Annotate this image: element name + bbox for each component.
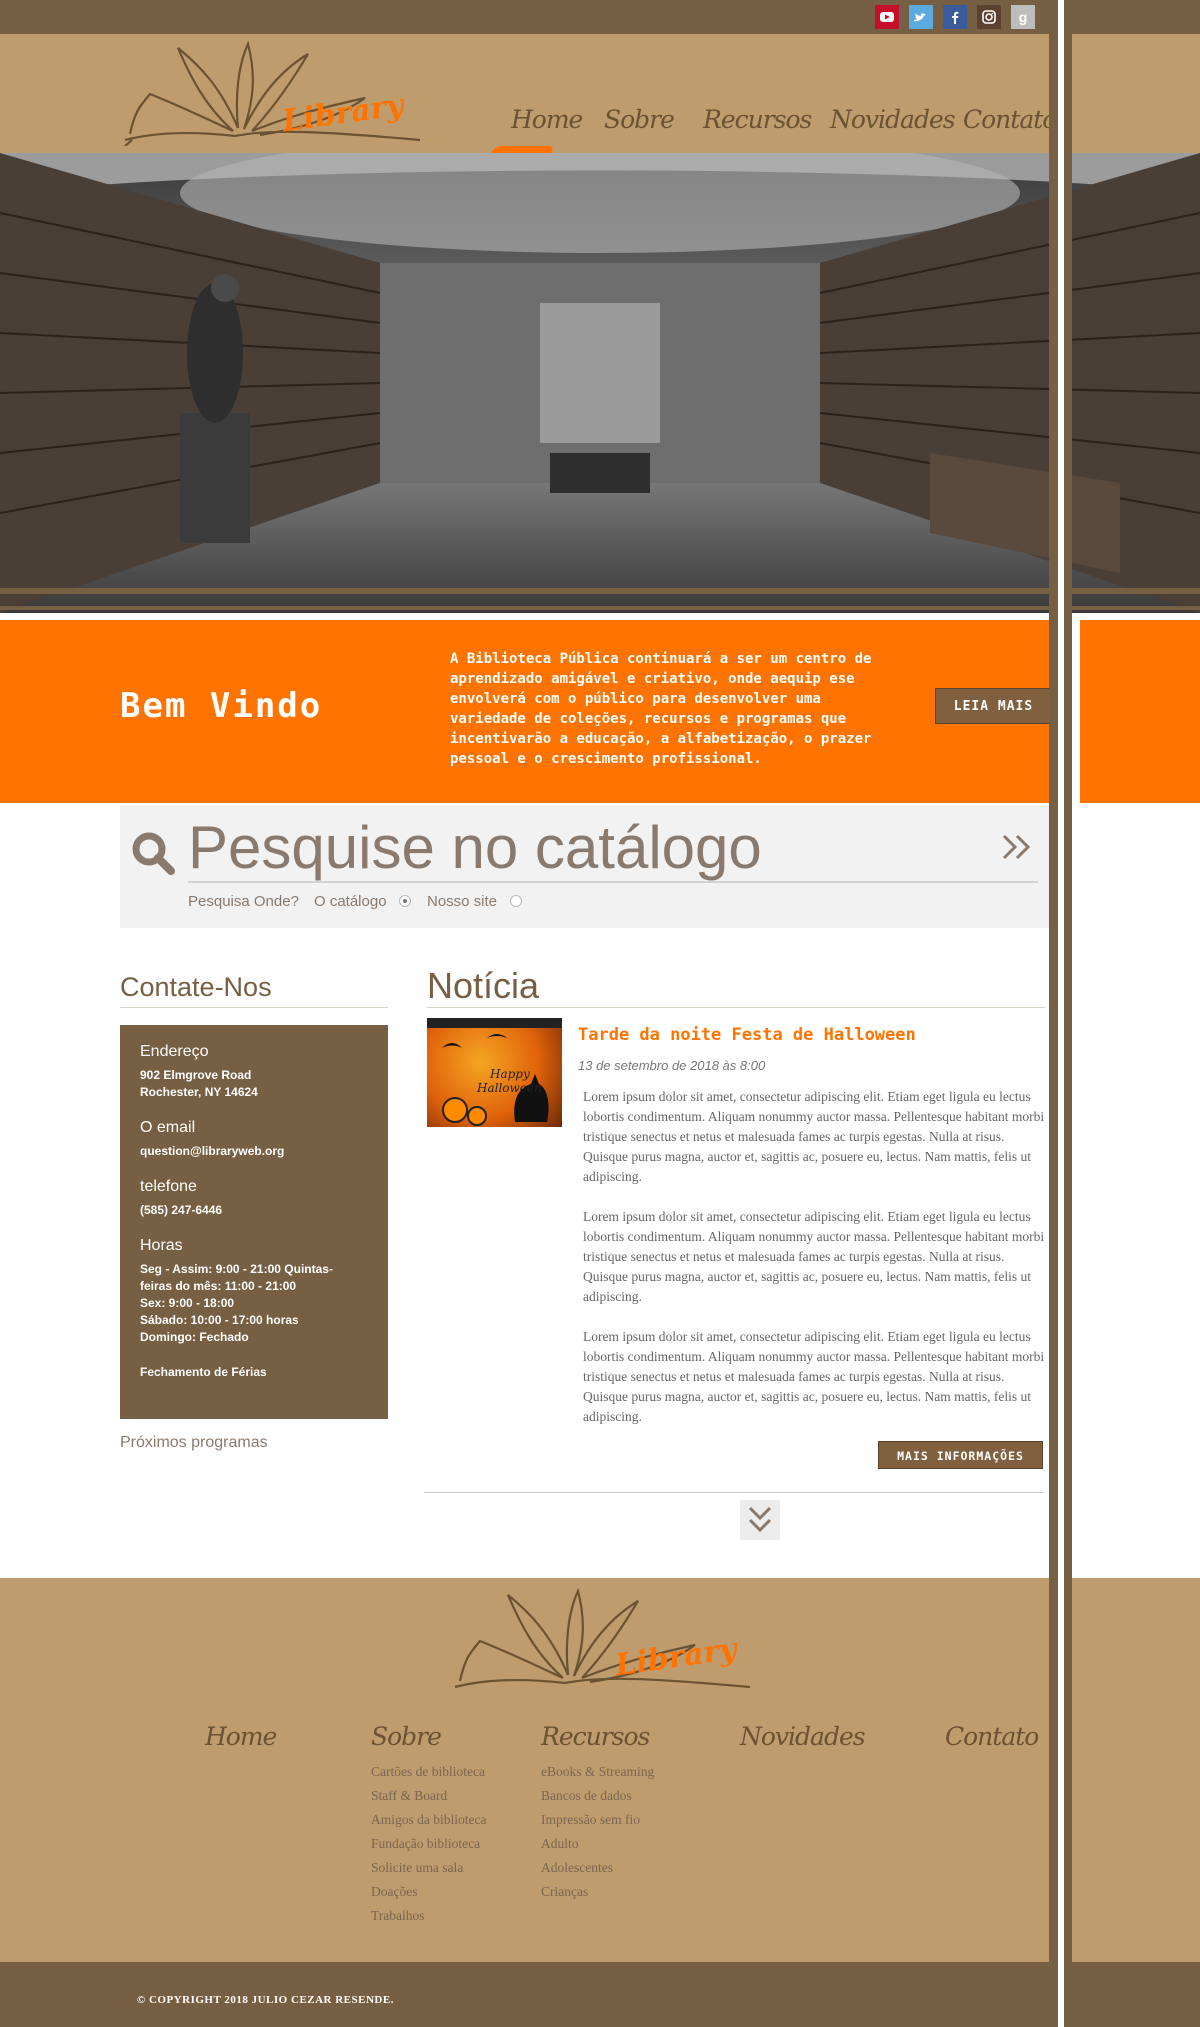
twitter-icon[interactable] [909,5,933,29]
footer-nav-novidades[interactable]: Novidades [740,1722,866,1751]
footer-nav-recursos[interactable]: Recursos [541,1722,650,1751]
news-paragraph: Lorem ipsum dolor sit amet, consectetur … [583,1209,1045,1304]
footer-link[interactable]: Amigos da biblioteca [371,1812,486,1828]
google-icon[interactable]: g [1011,5,1035,29]
search-option-site-label: Nosso site [427,893,498,910]
contact-divider [120,1007,388,1008]
footer-link[interactable]: Fundação biblioteca [371,1836,480,1852]
news-divider [427,1007,1045,1008]
halloween-image-text: Halloween [476,1081,542,1095]
footer-link[interactable]: Cartões de biblioteca [371,1764,485,1780]
phone-heading: telefone [140,1178,197,1195]
email-heading: O email [140,1119,196,1136]
halloween-image-text: Happy [489,1067,530,1081]
footer-link[interactable]: Impressão sem fio [541,1812,640,1828]
hero-divider-line [0,606,1200,610]
nav-contato[interactable]: Contato [963,105,1057,134]
footer-link[interactable]: Crianças [541,1884,588,1900]
read-more-button[interactable]: LEIA MAIS [935,688,1052,724]
search-where-label: Pesquisa Onde? [188,893,299,910]
contact-title: Contate-Nos [120,972,272,1002]
address-heading: Endereço [140,1043,209,1060]
nav-sobre[interactable]: Sobre [604,105,675,134]
hours-line: Domingo: Fechado [140,1330,249,1344]
logo[interactable]: Library [120,36,425,147]
address-line-2: Rochester, NY 14624 [140,1085,258,1099]
holiday-closures-link[interactable]: Fechamento de Férias [140,1364,368,1381]
footer-link[interactable]: Adolescentes [541,1860,613,1876]
hero-image [0,153,1200,613]
footer-link[interactable]: Doações [371,1884,417,1900]
search-option-catalog-radio[interactable] [399,895,411,907]
svg-text:g: g [1019,9,1028,25]
nav-novidades[interactable]: Novidades [830,105,956,134]
facebook-icon[interactable] [943,5,967,29]
news-date: 13 de setembro de 2018 às 8:00 [578,1058,766,1073]
search-submit-icon[interactable] [1000,830,1034,870]
instagram-icon[interactable] [977,5,1001,29]
news-paragraph: Lorem ipsum dolor sit amet, consectetur … [583,1329,1045,1424]
footer-link[interactable]: Bancos de dados [541,1788,632,1804]
hours-line: feiras do mês: 11:00 - 21:00 [140,1279,297,1293]
news-title: Notícia [427,965,540,1006]
chevron-down-icon[interactable] [740,1500,780,1540]
nav-home[interactable]: Home [511,105,583,134]
nav-active-indicator [490,146,556,153]
footer-link[interactable]: Staff & Board [371,1788,447,1804]
footer-nav-sobre[interactable]: Sobre [371,1722,442,1751]
upcoming-programs-link[interactable]: Próximos programas [120,1434,268,1452]
news-headline[interactable]: Tarde da noite Festa de Halloween [578,1025,916,1045]
youtube-icon[interactable] [875,5,899,29]
copyright-text: © COPYRIGHT 2018 JULIO CEZAR RESENDE. [137,1994,394,2006]
hero-divider-line [0,588,1200,594]
hours-heading: Horas [140,1237,183,1254]
phone-number: (585) 247-6446 [140,1203,223,1217]
hours-line: Seg - Assim: 9:00 - 21:00 Quintas- [140,1262,333,1276]
search-icon[interactable] [130,830,176,876]
nav-recursos[interactable]: Recursos [703,105,812,134]
vertical-stripe-gap [1072,620,1080,1578]
halloween-image[interactable]: Happy Halloween [427,1018,562,1127]
welcome-title: Bem Vindo [120,686,323,726]
footer-link[interactable]: Trabalhos [371,1908,425,1924]
contact-card: Endereço 902 Elmgrove Road Rochester, NY… [120,1025,388,1419]
footer-link[interactable]: Adulto [541,1836,579,1852]
email-link[interactable]: question@libraryweb.org [140,1143,368,1160]
footer-link[interactable]: eBooks & Streaming [541,1764,654,1780]
more-info-button[interactable]: MAIS INFORMAÇÕES [878,1441,1043,1469]
hours-line: Sábado: 10:00 - 17:00 horas [140,1313,299,1327]
hours-line: Sex: 9:00 - 18:00 [140,1296,235,1310]
vertical-stripe [1049,0,1058,2027]
search-option-site-radio[interactable] [510,895,522,907]
footer-logo[interactable]: Library [450,1583,755,1693]
news-bottom-divider [424,1492,1044,1493]
address-line-1: 902 Elmgrove Road [140,1068,252,1082]
footer-nav-contato[interactable]: Contato [945,1722,1039,1751]
news-paragraph: Lorem ipsum dolor sit amet, consectetur … [583,1089,1045,1184]
footer-nav-home[interactable]: Home [205,1722,277,1751]
search-option-catalog-label: O catálogo [314,893,387,910]
vertical-stripe [1064,0,1072,2027]
search-input[interactable] [188,813,1038,883]
footer-link[interactable]: Solicite uma sala [371,1860,463,1876]
welcome-text: A Biblioteca Pública continuará a ser um… [450,651,872,767]
